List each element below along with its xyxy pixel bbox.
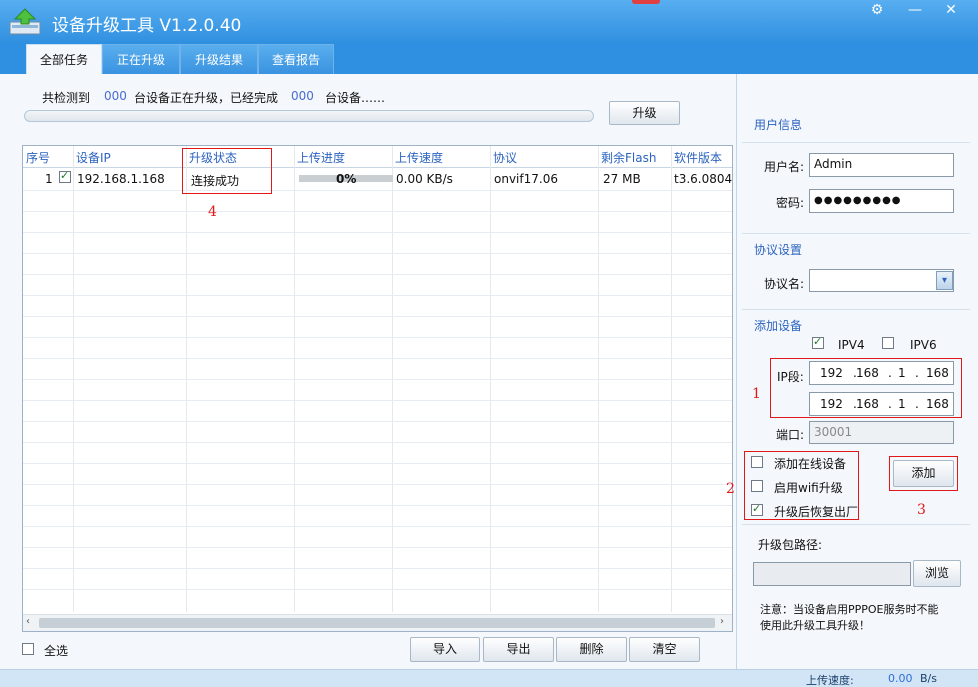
row-checkbox[interactable] — [59, 169, 71, 183]
scroll-right-icon[interactable]: › — [720, 616, 724, 627]
col-progress[interactable]: 上传进度 — [297, 149, 345, 166]
tab-upgrading[interactable]: 正在升级 — [102, 44, 180, 74]
col-protocol[interactable]: 协议 — [493, 149, 517, 166]
online-device-label: 添加在线设备 — [774, 457, 847, 471]
port-field[interactable]: 30001 — [809, 421, 954, 444]
row-index: 1 — [45, 172, 53, 186]
upload-speed-unit: B/s — [920, 672, 937, 685]
annotation-3: 3 — [917, 502, 926, 518]
password-field[interactable]: ●●●●●●●●● — [809, 189, 954, 213]
password-label: 密码: — [776, 196, 805, 210]
scrollbar-thumb[interactable] — [39, 618, 715, 628]
note-line-2: 使用此升级工具升级！ — [760, 619, 870, 632]
import-button[interactable]: 导入 — [410, 637, 480, 662]
protocol-section: 协议设置 — [754, 243, 803, 257]
row-flash: 27 MB — [603, 172, 641, 186]
col-flash[interactable]: 剩余Flash — [601, 149, 656, 166]
summary-suffix: 台设备…… — [325, 91, 386, 105]
add-device-button[interactable]: 添加 — [893, 460, 954, 487]
ipv4-label: IPV4 — [838, 338, 865, 352]
title-bar: 设备升级工具 V1.2.0.40 ⚙ — ✕ — [0, 0, 978, 44]
ipv4-checkbox[interactable] — [812, 335, 824, 349]
settings-icon[interactable]: ⚙ — [866, 2, 888, 20]
status-bar: 上传速度: 0.00 B/s — [0, 669, 978, 687]
tab-bar: 全部任务 正在升级 升级结果 查看报告 — [0, 44, 978, 74]
app-icon — [9, 8, 41, 35]
delete-button[interactable]: 删除 — [556, 637, 627, 662]
row-version: t3.6.0804.1 — [674, 172, 733, 186]
ip-start-octet-3: 1 — [898, 366, 906, 380]
wifi-upgrade-label: 启用wifi升级 — [774, 481, 843, 495]
protocol-select[interactable] — [809, 269, 954, 292]
chevron-down-icon[interactable]: ▾ — [936, 271, 953, 290]
protocol-label: 协议名: — [764, 277, 805, 291]
annotation-4: 4 — [208, 204, 217, 220]
upgrade-button[interactable]: 升级 — [609, 101, 680, 125]
add-device-section: 添加设备 — [754, 319, 803, 333]
minimize-icon[interactable]: — — [904, 2, 926, 20]
device-table: 序号 设备IP 升级状态 上传进度 上传速度 协议 剩余Flash 软件版本 1… — [22, 145, 733, 632]
ipv6-label: IPV6 — [910, 338, 937, 352]
ip-end-octet-4: 168 — [926, 397, 949, 411]
select-all-checkbox[interactable] — [22, 643, 34, 655]
clear-button[interactable]: 清空 — [629, 637, 700, 662]
annotation-1: 1 — [752, 386, 761, 402]
ipv6-checkbox[interactable] — [882, 337, 894, 349]
row-ip: 192.168.1.168 — [77, 172, 165, 186]
ip-start-octet-4: 168 — [926, 366, 949, 380]
tab-report[interactable]: 查看报告 — [258, 44, 334, 74]
wifi-upgrade-checkbox[interactable] — [751, 480, 763, 492]
summary-completed: 000 — [291, 89, 314, 103]
username-label: 用户名: — [764, 160, 805, 174]
summary-detected: 000 — [104, 89, 127, 103]
username-field[interactable]: Admin — [809, 153, 954, 177]
tab-all-tasks[interactable]: 全部任务 — [26, 44, 102, 74]
ip-end-field[interactable]: 192 . 168 . 1 . 168 — [809, 392, 954, 416]
annotation-box-status — [182, 148, 272, 194]
port-label: 端口: — [776, 428, 805, 442]
upload-speed-value: 0.00 — [888, 672, 913, 685]
ip-start-octet-2: 168 — [856, 366, 879, 380]
ip-range-label: IP段: — [777, 370, 804, 384]
ip-end-octet-2: 168 — [856, 397, 879, 411]
factory-reset-label: 升级后恢复出厂 — [774, 505, 859, 519]
col-speed[interactable]: 上传速度 — [395, 149, 443, 166]
col-index[interactable]: 序号 — [26, 149, 50, 166]
package-path-label: 升级包路径: — [758, 538, 823, 552]
upload-speed-label: 上传速度: — [806, 674, 854, 687]
row-speed: 0.00 KB/s — [396, 172, 453, 186]
row-progress-text: 0% — [336, 172, 357, 186]
scroll-left-icon[interactable]: ‹ — [26, 616, 30, 627]
browse-button[interactable]: 浏览 — [913, 560, 961, 587]
note-line-1: 注意：当设备启用PPPOE服务时不能 — [760, 603, 939, 616]
package-path-field[interactable] — [753, 562, 911, 586]
ip-start-octet-1: 192 — [820, 366, 843, 380]
horizontal-scrollbar[interactable]: ‹ › — [23, 614, 732, 631]
top-indicator — [632, 0, 660, 4]
factory-reset-checkbox[interactable] — [751, 502, 763, 516]
annotation-2: 2 — [726, 481, 735, 497]
summary-middle: 台设备正在升级，已经完成 — [134, 91, 279, 105]
col-version[interactable]: 软件版本 — [674, 149, 722, 166]
summary-prefix: 共检测到 — [42, 91, 91, 105]
row-protocol: onvif17.06 — [494, 172, 558, 186]
online-device-checkbox[interactable] — [751, 456, 763, 468]
ip-end-octet-1: 192 — [820, 397, 843, 411]
user-info-section: 用户信息 — [754, 118, 803, 132]
tab-results[interactable]: 升级结果 — [180, 44, 258, 74]
close-icon[interactable]: ✕ — [940, 2, 962, 20]
app-title: 设备升级工具 V1.2.0.40 — [52, 16, 242, 36]
export-button[interactable]: 导出 — [483, 637, 554, 662]
col-ip[interactable]: 设备IP — [76, 149, 111, 166]
ip-end-octet-3: 1 — [898, 397, 906, 411]
table-header: 序号 设备IP 升级状态 上传进度 上传速度 协议 剩余Flash 软件版本 — [23, 146, 732, 168]
overall-progress-bar — [24, 110, 594, 122]
ip-start-field[interactable]: 192 . 168 . 1 . 168 — [809, 361, 954, 385]
select-all-label: 全选 — [44, 644, 69, 658]
